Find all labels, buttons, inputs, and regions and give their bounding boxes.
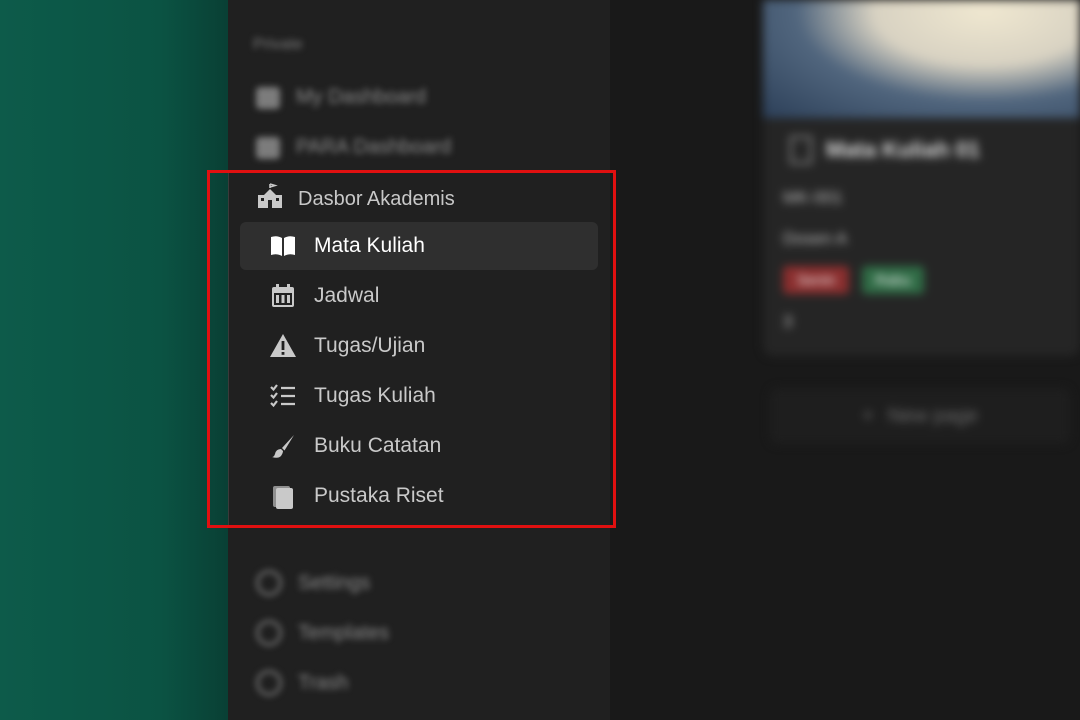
section-title: Dasbor Akademis [298,187,455,210]
dashboard-icon [256,86,280,109]
template-icon [256,620,282,646]
checklist-icon [268,382,298,410]
sidebar-item-settings[interactable]: Settings [256,570,370,596]
sidebar-item-label: Trash [298,671,349,694]
sidebar-item-para-dashboard[interactable]: PARA Dashboard [256,136,451,159]
new-page-label: New page [887,404,978,427]
sidebar-item-label: Settings [298,571,371,594]
sidebar-item-buku-catatan[interactable]: Buku Catatan [240,422,598,470]
section-dasbor-akademis[interactable]: Dasbor Akademis [256,182,455,216]
sidebar-item-label: Templates [298,621,390,644]
sidebar-item-mata-kuliah[interactable]: Mata Kuliah [240,222,598,270]
sidebar-item-tugas-kuliah[interactable]: Tugas Kuliah [240,372,598,420]
card-tag: Senin [783,266,849,294]
card-lecturer: Dosen A [783,229,848,248]
card-tag: Rabu [862,266,924,294]
sidebar-item-label: Pustaka Riset [314,484,444,507]
desktop-background [0,0,230,720]
sidebar-item-pustaka-riset[interactable]: Pustaka Riset [240,472,598,520]
plus-icon: + [862,404,874,427]
grid-icon [256,136,280,159]
trash-icon [256,670,282,696]
card-code: MK-001 [783,188,843,207]
sidebar-item-label: My Dashboard [296,86,427,108]
sidebar-item-my-dashboard[interactable]: My Dashboard [256,86,426,109]
sidebar-item-trash[interactable]: Trash [256,670,348,696]
sidebar-item-label: Buku Catatan [314,434,442,457]
private-section-label: Private [253,36,303,53]
books-icon [268,482,298,510]
school-icon [256,182,284,216]
card-title[interactable]: Mata Kuliah 01 [790,136,980,164]
sidebar-item-label: Tugas/Ujian [314,334,426,357]
open-book-icon [268,232,298,260]
sidebar-indent-line [228,172,229,528]
page-icon [790,136,812,164]
sidebar-item-tugas-ujian[interactable]: Tugas/Ujian [240,322,598,370]
calendar-icon [268,282,298,310]
sidebar-item-label: Jadwal [314,284,380,307]
sidebar-item-templates[interactable]: Templates [256,620,389,646]
sidebar-item-label: Tugas Kuliah [314,384,436,407]
card-title-text: Mata Kuliah 01 [826,137,981,162]
card-credits: 3 [783,312,793,331]
sidebar-item-label: PARA Dashboard [296,136,452,158]
gear-icon [256,570,282,596]
brush-icon [268,432,298,460]
new-page-button[interactable]: + New page [770,388,1070,444]
sidebar-item-jadwal[interactable]: Jadwal [240,272,598,320]
sidebar-item-label: Mata Kuliah [314,234,425,257]
warning-icon [268,332,298,360]
card-cover-image [763,0,1080,118]
